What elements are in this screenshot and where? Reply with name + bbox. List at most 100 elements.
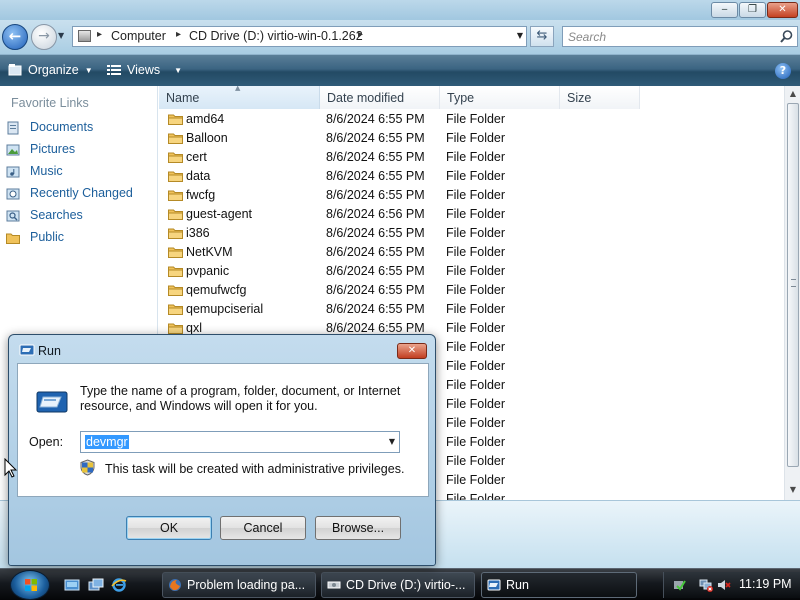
file-row[interactable]: amd64 8/6/2024 6:55 PM File Folder: [159, 110, 784, 129]
system-tray: 11:19 PM: [663, 572, 800, 598]
file-type: File Folder: [446, 131, 506, 145]
file-name: pvpanic: [186, 264, 230, 278]
breadcrumb-computer[interactable]: Computer: [111, 29, 166, 43]
folder-icon: [168, 285, 183, 296]
refresh-button[interactable]: ⇆: [530, 26, 554, 47]
file-row[interactable]: i386 8/6/2024 6:55 PM File Folder: [159, 224, 784, 243]
file-type: File Folder: [446, 416, 506, 430]
file-row[interactable]: cert 8/6/2024 6:55 PM File Folder: [159, 148, 784, 167]
column-header-size[interactable]: Size: [560, 86, 640, 109]
cancel-button[interactable]: Cancel: [220, 516, 306, 540]
column-header-type[interactable]: Type: [440, 86, 560, 109]
folder-icon: [168, 152, 183, 163]
file-row[interactable]: pvpanic 8/6/2024 6:55 PM File Folder: [159, 262, 784, 281]
search-input[interactable]: Search: [562, 26, 798, 47]
run-dialog-body: Type the name of a program, folder, docu…: [17, 363, 429, 497]
views-button[interactable]: Views ▼: [107, 63, 182, 77]
scrollbar-thumb[interactable]: [787, 103, 799, 467]
chevron-down-icon[interactable]: ▼: [389, 437, 395, 446]
favorite-link-label: Documents: [30, 120, 94, 134]
folder-icon: [168, 304, 183, 315]
run-dialog-title: Run: [38, 344, 61, 358]
file-name: guest-agent: [186, 207, 253, 221]
internet-explorer-icon[interactable]: [111, 577, 127, 593]
column-header-name-label: Name: [166, 91, 200, 105]
file-row[interactable]: data 8/6/2024 6:55 PM File Folder: [159, 167, 784, 186]
column-header-date[interactable]: Date modified: [320, 86, 440, 109]
minimize-button[interactable]: ‒: [711, 2, 738, 18]
file-date: 8/6/2024 6:55 PM: [326, 169, 425, 183]
breadcrumb-separator-icon[interactable]: ▸: [358, 29, 363, 40]
forward-arrow-icon: →: [38, 28, 50, 44]
organize-button[interactable]: Organize ▼: [8, 63, 93, 77]
run-dialog: Run ✕ Type the name of a program, folder…: [8, 334, 436, 566]
forward-button[interactable]: →: [31, 24, 57, 50]
file-row[interactable]: qemupciserial 8/6/2024 6:55 PM File Folder: [159, 300, 784, 319]
file-type: File Folder: [446, 302, 506, 316]
windows-logo-icon: [25, 579, 37, 591]
close-button[interactable]: ✕: [767, 2, 798, 18]
file-type: File Folder: [446, 169, 506, 183]
file-type: File Folder: [446, 112, 506, 126]
address-dropdown-icon[interactable]: ▼: [517, 31, 523, 40]
sort-ascending-icon: ▲: [235, 86, 241, 92]
favorite-link-label: Pictures: [30, 142, 76, 156]
start-button[interactable]: [10, 570, 50, 600]
network-icon[interactable]: [699, 578, 713, 592]
organize-icon: [8, 64, 22, 76]
file-type: File Folder: [446, 245, 506, 259]
folder-icon: [168, 323, 183, 334]
breadcrumb-separator-icon[interactable]: ▸: [97, 29, 102, 40]
favorite-link-label: Public: [30, 230, 65, 244]
help-button[interactable]: ?: [775, 63, 791, 79]
file-type: File Folder: [446, 226, 506, 240]
open-input-value[interactable]: devmgr: [85, 435, 129, 449]
file-row[interactable]: fwcfg 8/6/2024 6:55 PM File Folder: [159, 186, 784, 205]
scroll-up-icon[interactable]: ▲: [785, 86, 800, 102]
taskbar-button-firefox[interactable]: Problem loading pa...: [162, 572, 316, 598]
favorite-link-label: Music: [30, 164, 63, 178]
favorite-link-documents[interactable]: Documents: [6, 119, 154, 137]
breadcrumb-separator-icon[interactable]: ▸: [176, 29, 181, 40]
file-row[interactable]: guest-agent 8/6/2024 6:56 PM File Folder: [159, 205, 784, 224]
clock[interactable]: 11:19 PM: [739, 577, 792, 591]
favorite-link-public-folder[interactable]: Public: [6, 229, 154, 247]
favorite-link-music[interactable]: Music: [6, 163, 154, 181]
favorite-link-recently-changed[interactable]: Recently Changed: [6, 185, 154, 203]
address-bar[interactable]: ▸ Computer ▸ CD Drive (D:) virtio-win-0.…: [72, 26, 527, 47]
file-date: 8/6/2024 6:55 PM: [326, 226, 425, 240]
breadcrumb-cd-drive[interactable]: CD Drive (D:) virtio-win-0.1.262: [189, 29, 363, 43]
favorite-links-title: Favorite Links: [11, 96, 89, 110]
favorite-link-label: Searches: [30, 208, 83, 222]
favorite-link-searches[interactable]: Searches: [6, 207, 154, 225]
folder-icon: [168, 228, 183, 239]
open-label: Open:: [29, 435, 64, 449]
volume-muted-icon[interactable]: [717, 578, 731, 592]
open-combobox[interactable]: devmgr ▼: [80, 431, 400, 453]
vertical-scrollbar[interactable]: ▲ ▼: [784, 86, 800, 500]
switch-windows-icon[interactable]: [88, 577, 104, 593]
search-icon[interactable]: [779, 29, 794, 44]
column-header-name[interactable]: Name ▲: [159, 86, 320, 109]
taskbar-button-cd-drive[interactable]: CD Drive (D:) virtio-...: [321, 572, 475, 598]
browse-button[interactable]: Browse...: [315, 516, 401, 540]
scroll-down-icon[interactable]: ▼: [785, 482, 800, 498]
file-row[interactable]: NetKVM 8/6/2024 6:55 PM File Folder: [159, 243, 784, 262]
safely-remove-hardware-icon[interactable]: [672, 578, 686, 592]
file-row[interactable]: qemufwcfg 8/6/2024 6:55 PM File Folder: [159, 281, 784, 300]
back-button[interactable]: ←: [2, 24, 28, 50]
file-type: File Folder: [446, 359, 506, 373]
favorite-link-label: Recently Changed: [30, 186, 133, 200]
favorite-link-pictures[interactable]: Pictures: [6, 141, 154, 159]
file-date: 8/6/2024 6:55 PM: [326, 150, 425, 164]
recent-pages-dropdown[interactable]: ▼: [58, 31, 64, 40]
maximize-button[interactable]: ❐: [739, 2, 766, 18]
file-row[interactable]: Balloon 8/6/2024 6:55 PM File Folder: [159, 129, 784, 148]
ok-button[interactable]: OK: [126, 516, 212, 540]
run-description: Type the name of a program, folder, docu…: [80, 384, 401, 413]
show-desktop-icon[interactable]: [64, 577, 80, 593]
file-name: Balloon: [186, 131, 228, 145]
file-date: 8/6/2024 6:55 PM: [326, 283, 425, 297]
run-close-button[interactable]: ✕: [397, 343, 427, 359]
taskbar-button-run[interactable]: Run: [481, 572, 637, 598]
